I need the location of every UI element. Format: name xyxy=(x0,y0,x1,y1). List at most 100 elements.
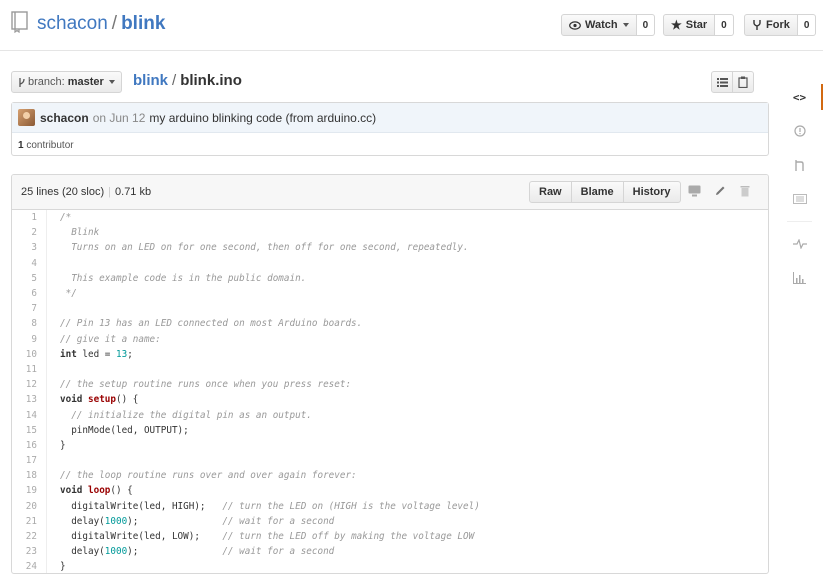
line-number[interactable]: 14 xyxy=(12,407,47,423)
line-number[interactable]: 2 xyxy=(12,225,47,241)
desktop-icon[interactable] xyxy=(688,185,701,197)
repo-nav-rail: <> xyxy=(783,80,823,295)
fork-button[interactable]: Fork xyxy=(744,14,798,36)
line-number[interactable]: 4 xyxy=(12,255,47,271)
line-number[interactable]: 10 xyxy=(12,346,47,362)
commit-author-link[interactable]: schacon xyxy=(40,111,89,125)
line-number[interactable]: 19 xyxy=(12,483,47,499)
line-content: // the setup routine runs once when you … xyxy=(60,379,352,391)
contributors-label: contributor xyxy=(26,140,74,151)
title-separator: / xyxy=(111,13,118,34)
breadcrumb-root-link[interactable]: blink xyxy=(133,72,168,89)
line-number[interactable]: 21 xyxy=(12,513,47,529)
line-content: pinMode(led, OUTPUT); xyxy=(60,424,189,436)
line-number[interactable]: 5 xyxy=(12,270,47,286)
line-number[interactable]: 12 xyxy=(12,377,47,393)
code-line: 11 xyxy=(12,361,768,378)
star-button[interactable]: ★ Star xyxy=(663,14,716,36)
line-number[interactable]: 9 xyxy=(12,331,47,347)
code-line: 23 delay(1000); // wait for a second xyxy=(12,544,768,560)
line-number[interactable]: 6 xyxy=(12,285,47,302)
line-number[interactable]: 15 xyxy=(12,422,47,438)
list-icon xyxy=(716,77,728,87)
line-content: delay(1000); // wait for a second xyxy=(60,546,335,558)
raw-button[interactable]: Raw xyxy=(529,181,572,203)
line-content: This example code is in the public domai… xyxy=(60,272,307,284)
line-number[interactable]: 3 xyxy=(12,240,47,256)
list-view-button[interactable] xyxy=(711,71,733,93)
commit-message-link[interactable]: my arduino blinking code (from arduino.c… xyxy=(149,111,376,125)
star-count[interactable]: 0 xyxy=(715,14,734,36)
line-number[interactable]: 18 xyxy=(12,468,47,484)
line-content: // give it a name: xyxy=(60,333,161,345)
repo-link[interactable]: blink xyxy=(121,13,165,34)
nav-graphs[interactable] xyxy=(783,261,816,295)
chevron-down-icon xyxy=(108,80,115,84)
line-content: digitalWrite(led, LOW); // turn the LED … xyxy=(60,531,475,543)
line-number[interactable]: 23 xyxy=(12,544,47,560)
fork-group: Fork 0 xyxy=(744,14,817,36)
copy-path-button[interactable] xyxy=(732,71,754,93)
watch-group: Watch 0 xyxy=(561,14,656,36)
line-number[interactable]: 22 xyxy=(12,528,47,545)
star-label: Star xyxy=(685,19,708,31)
line-content: /* xyxy=(60,212,72,224)
code-line: 12 // the setup routine runs once when yo… xyxy=(12,377,768,393)
eye-icon xyxy=(569,20,581,30)
file-size: 0.71 kb xyxy=(115,186,152,198)
info-divider: | xyxy=(108,186,112,198)
watch-count[interactable]: 0 xyxy=(636,14,656,36)
pencil-icon[interactable] xyxy=(714,185,726,197)
code-icon: <> xyxy=(792,90,807,104)
code-line: 24} xyxy=(12,559,768,573)
line-content: int led = 13; xyxy=(60,348,133,360)
line-number[interactable]: 13 xyxy=(12,392,47,408)
trash-icon[interactable] xyxy=(740,185,750,197)
code-line: 4 xyxy=(12,255,768,271)
watch-label: Watch xyxy=(585,19,618,31)
line-number[interactable]: 24 xyxy=(12,559,47,573)
nav-pull-requests[interactable] xyxy=(783,148,816,182)
line-content: // the loop routine runs over and over a… xyxy=(60,470,357,482)
line-number[interactable]: 1 xyxy=(12,210,47,226)
nav-pulse[interactable] xyxy=(783,227,816,261)
book-icon xyxy=(792,194,807,204)
star-icon: ★ xyxy=(671,18,682,32)
line-number[interactable]: 16 xyxy=(12,437,47,453)
fork-count[interactable]: 0 xyxy=(797,14,817,36)
line-content: Blink xyxy=(60,227,100,239)
nav-code[interactable]: <> xyxy=(783,80,823,114)
line-number[interactable]: 20 xyxy=(12,498,47,514)
contributors-summary[interactable]: 1 contributor xyxy=(12,133,768,158)
code-listing: 1/* 2 Blink 3 Turns on an LED on for one s… xyxy=(12,210,768,573)
line-content: // initialize the digital pin as an outp… xyxy=(71,409,312,421)
line-number[interactable]: 11 xyxy=(12,361,47,378)
repo-header: schacon / blink Watch 0 ★ Star 0 Fork 0 xyxy=(0,0,823,51)
branch-selector[interactable]: branch: master xyxy=(11,71,122,93)
breadcrumb-separator: / xyxy=(172,72,177,89)
line-number[interactable]: 8 xyxy=(12,316,47,332)
commit-date: on Jun 12 xyxy=(92,110,146,125)
code-line: 22 digitalWrite(led, LOW); // turn the L… xyxy=(12,528,768,545)
history-button[interactable]: History xyxy=(622,181,681,203)
file-info: 25 lines (20 sloc) | 0.71 kb xyxy=(21,186,151,198)
code-line: 20 digitalWrite(led, HIGH); // turn the … xyxy=(12,498,768,514)
code-line: 7 xyxy=(12,301,768,317)
line-content: */ xyxy=(60,288,77,300)
rail-divider xyxy=(787,221,812,222)
blame-button[interactable]: Blame xyxy=(570,181,624,203)
avatar[interactable] xyxy=(18,109,35,126)
line-content: Turns on an LED on for one second, then … xyxy=(60,242,469,254)
code-line: 2 Blink xyxy=(12,225,768,241)
line-number[interactable]: 17 xyxy=(12,453,47,469)
nav-wiki[interactable] xyxy=(783,182,816,216)
code-line: 19 void loop() { xyxy=(12,483,768,499)
nav-issues[interactable] xyxy=(783,114,816,148)
line-number[interactable]: 7 xyxy=(12,301,47,317)
line-content: void setup() { xyxy=(60,394,139,406)
code-line: 5 This example code is in the public dom… xyxy=(12,270,768,286)
code-line: 16} xyxy=(12,437,768,453)
watch-button[interactable]: Watch xyxy=(561,14,637,36)
owner-link[interactable]: schacon xyxy=(37,13,108,34)
code-line: 14 // initialize the digital pin as an o… xyxy=(12,407,768,423)
